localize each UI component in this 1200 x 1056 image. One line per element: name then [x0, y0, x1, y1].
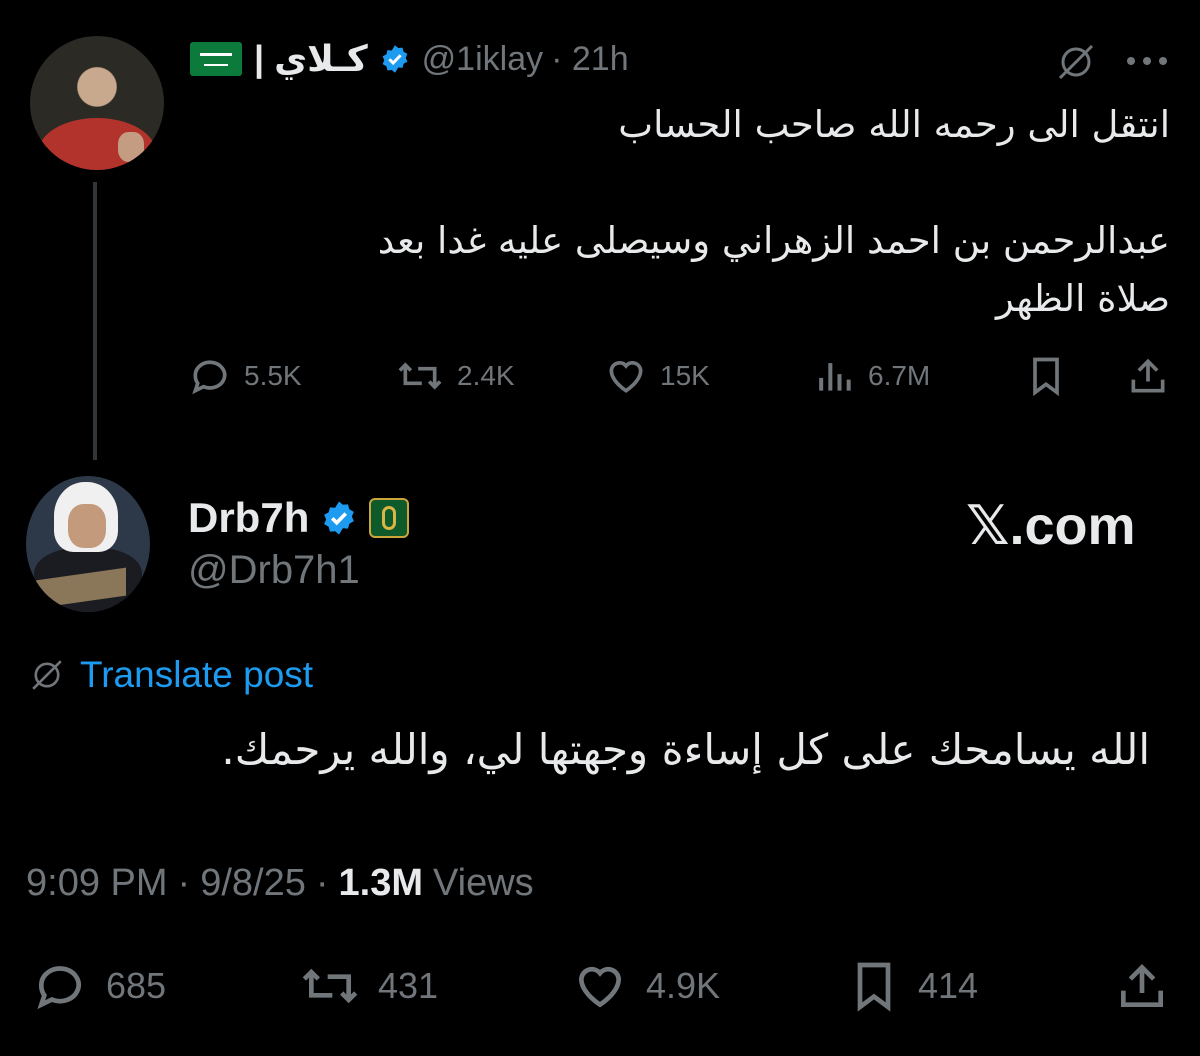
reply-button[interactable]: 685: [30, 958, 166, 1014]
post-date: 9/8/25: [200, 862, 306, 904]
tweet2-meta: 9:09 PM · 9/8/25 · 1.3M Views: [26, 862, 534, 905]
reply-count: 685: [106, 965, 167, 1006]
handle[interactable]: @1iklay: [422, 40, 543, 79]
affiliate-badge-icon: [369, 498, 410, 538]
avatar[interactable]: [30, 36, 164, 170]
repost-count: 431: [378, 965, 439, 1006]
separator: ·: [315, 862, 329, 904]
post-time: 9:09 PM: [26, 862, 168, 904]
avatar-hand: [118, 132, 144, 162]
reply-count: 5.5K: [244, 360, 302, 391]
x-watermark: 𝕏.com: [966, 496, 1136, 556]
tweet1-line: [200, 154, 1170, 212]
views-label: Views: [432, 862, 534, 904]
verified-badge-icon: [324, 501, 355, 535]
translate-label: Translate post: [80, 654, 314, 695]
like-count: 4.9K: [646, 965, 721, 1006]
tweet2-text: الله يسامحك على كل إساءة وجهتها لي، والل…: [221, 725, 1150, 774]
verified-badge-icon: [382, 45, 408, 73]
more-icon[interactable]: [1124, 54, 1170, 68]
repost-icon: [398, 362, 442, 390]
repost-count: 2.4K: [457, 360, 515, 391]
like-button[interactable]: 4.9K: [570, 958, 720, 1014]
tweet1-line: صلاة الظهر: [995, 277, 1170, 320]
handle[interactable]: @Drb7h1: [188, 548, 360, 593]
repost-button[interactable]: 431: [298, 958, 438, 1014]
reply-icon: [192, 360, 227, 395]
display-name[interactable]: كـلاي |: [254, 38, 368, 80]
reply-icon: [37, 966, 81, 1010]
avatar[interactable]: [26, 476, 150, 612]
flag-icon: [190, 42, 242, 76]
tweet1-text: انتقل الى رحمه الله صاحب الحساب عبدالرحم…: [200, 96, 1170, 328]
views-button[interactable]: 6.7M: [812, 354, 930, 398]
share-icon[interactable]: [1114, 958, 1170, 1014]
bookmark-icon: [857, 962, 891, 1012]
like-button[interactable]: 15K: [604, 354, 710, 398]
heart-icon: [609, 361, 643, 393]
tweet2-header: Drb7h: [188, 490, 410, 546]
views-count: 6.7M: [868, 360, 931, 391]
share-icon[interactable]: [1126, 354, 1170, 398]
heart-icon: [578, 966, 622, 1008]
translate-button[interactable]: Translate post: [28, 654, 313, 696]
bookmark-count: 414: [918, 965, 979, 1006]
bookmark-button[interactable]: 414: [846, 958, 978, 1014]
display-name[interactable]: Drb7h: [188, 494, 309, 542]
thread-line: [93, 182, 97, 460]
separator: ·: [177, 862, 191, 904]
repost-button[interactable]: 2.4K: [395, 354, 515, 398]
grok-icon: [32, 660, 62, 690]
views-count: 1.3M: [338, 862, 423, 904]
repost-icon: [302, 968, 358, 1004]
bookmark-icon[interactable]: [1024, 354, 1068, 398]
tweet1-line: انتقل الى رحمه الله صاحب الحساب: [618, 103, 1170, 146]
reply-button[interactable]: 5.5K: [188, 354, 302, 398]
views-icon: [819, 363, 851, 391]
avatar-face: [68, 504, 106, 548]
tweet1-line: عبدالرحمن بن احمد الزهراني وسيصلى عليه غ…: [377, 219, 1170, 262]
like-count: 15K: [660, 360, 710, 391]
tweet1-header: كـلاي | @1iklay · 21h: [190, 34, 629, 84]
grok-icon[interactable]: [1054, 42, 1098, 82]
timestamp[interactable]: · 21h: [551, 40, 629, 79]
